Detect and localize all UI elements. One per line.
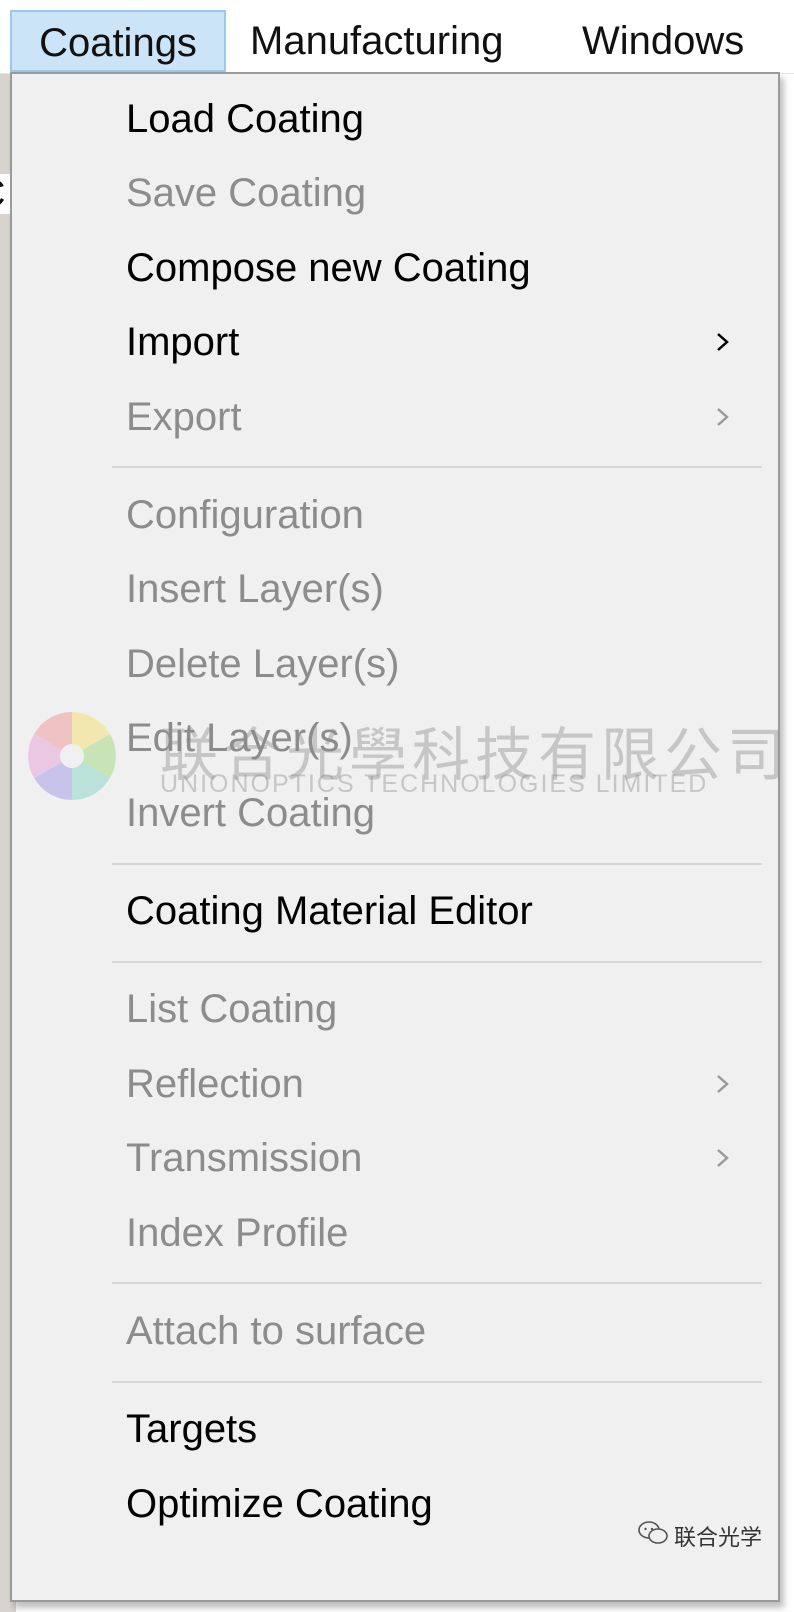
menu-item-export[interactable]: Export: [12, 380, 778, 454]
menu-item-label: List Coating: [126, 987, 338, 1031]
menu-item-configuration[interactable]: Configuration: [12, 478, 778, 552]
menu-separator: [112, 1282, 762, 1284]
menu-bar: Coatings Manufacturing Windows: [0, 0, 794, 74]
wechat-label: 联合光学: [674, 1526, 763, 1551]
menu-item-save-coating[interactable]: Save Coating: [12, 156, 778, 230]
menu-item-label: Invert Coating: [126, 791, 376, 835]
menu-item-delete-layers[interactable]: Delete Layer(s): [12, 627, 778, 701]
menu-item-targets[interactable]: Targets: [12, 1392, 778, 1466]
menu-item-label: Optimize Coating: [126, 1482, 433, 1526]
coatings-dropdown-menu: Load Coating Save Coating Compose new Co…: [10, 72, 780, 1602]
menu-item-import[interactable]: Import: [12, 305, 778, 379]
menu-separator: [112, 1381, 762, 1383]
chevron-right-icon: [717, 408, 729, 426]
menu-manufacturing[interactable]: Manufacturing: [250, 10, 550, 72]
menu-item-label: Index Profile: [126, 1211, 349, 1255]
menu-separator: [112, 466, 762, 468]
wechat-icon: [638, 1521, 668, 1544]
menu-windows[interactable]: Windows: [582, 10, 782, 72]
menu-item-label: Targets: [126, 1407, 258, 1451]
menu-item-label: Load Coating: [126, 97, 364, 141]
menu-item-index-profile[interactable]: Index Profile: [12, 1196, 778, 1270]
menu-item-label: Attach to surface: [126, 1309, 427, 1353]
menu-separator: [112, 961, 762, 963]
background-text-field: C: [0, 174, 10, 214]
menu-item-label: Compose new Coating: [126, 246, 531, 290]
chevron-right-icon: [717, 1075, 729, 1093]
menu-item-attach-to-surface[interactable]: Attach to surface: [12, 1294, 778, 1368]
menu-item-label: Transmission: [126, 1136, 363, 1180]
menu-item-label: Insert Layer(s): [126, 567, 384, 611]
menu-item-invert-coating[interactable]: Invert Coating: [12, 776, 778, 850]
menu-item-label: Save Coating: [126, 171, 367, 215]
menu-item-reflection[interactable]: Reflection: [12, 1047, 778, 1121]
menu-item-label: Edit Layer(s): [126, 716, 353, 760]
menu-item-insert-layers[interactable]: Insert Layer(s): [12, 552, 778, 626]
menu-item-label: Import: [126, 320, 240, 364]
menu-coatings[interactable]: Coatings: [10, 10, 226, 72]
menu-item-transmission[interactable]: Transmission: [12, 1121, 778, 1195]
menu-item-label: Configuration: [126, 493, 364, 537]
menu-item-label: Reflection: [126, 1062, 304, 1106]
menu-separator: [112, 863, 762, 865]
background-clipped-text: C: [0, 174, 5, 214]
menu-item-load-coating[interactable]: Load Coating: [12, 82, 778, 156]
menu-item-label: Coating Material Editor: [126, 889, 533, 933]
menu-item-edit-layers[interactable]: Edit Layer(s): [12, 701, 778, 775]
menu-item-label: Delete Layer(s): [126, 642, 400, 686]
menu-item-list-coating[interactable]: List Coating: [12, 972, 778, 1046]
menu-item-label: Export: [126, 395, 242, 439]
chevron-right-icon: [717, 333, 729, 351]
chevron-right-icon: [717, 1149, 729, 1167]
menu-item-compose-new-coating[interactable]: Compose new Coating: [12, 231, 778, 305]
menu-item-coating-material-editor[interactable]: Coating Material Editor: [12, 874, 778, 948]
